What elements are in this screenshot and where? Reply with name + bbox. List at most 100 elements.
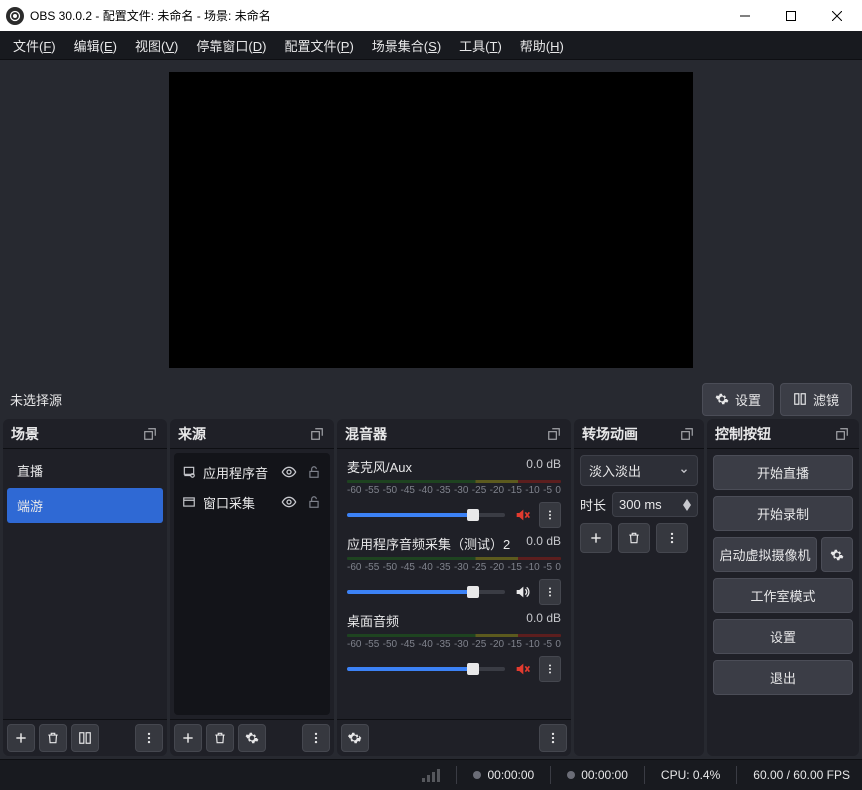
controls-title: 控制按钮	[715, 424, 771, 444]
selected-source-label: 未选择源	[10, 390, 696, 409]
scenes-dock: 场景 直播端游	[3, 419, 167, 756]
scene-item[interactable]: 端游	[7, 488, 163, 523]
menu-profile[interactable]: 配置文件(P)	[275, 32, 362, 59]
exit-button[interactable]: 退出	[713, 660, 853, 695]
lock-toggle[interactable]	[305, 493, 323, 511]
source-properties-button[interactable]	[238, 724, 266, 752]
menu-scene_collection[interactable]: 场景集合(S)	[363, 32, 450, 59]
vu-meter	[347, 557, 561, 560]
vu-ticks: -60-55-50-45-40-35-30-25-20-15-10-50	[347, 485, 561, 496]
controls-dock: 控制按钮 开始直播 开始录制 启动虚拟摄像机 工作室模式 设置 退出	[707, 419, 859, 756]
source-name: 窗口采集	[203, 493, 273, 512]
scene-filters-button[interactable]	[71, 724, 99, 752]
add-scene-button[interactable]	[7, 724, 35, 752]
add-transition-button[interactable]	[580, 523, 612, 553]
mixer-dock: 混音器 麦克风/Aux 0.0 dB -60-55-50-45-40-35-30-2…	[337, 419, 571, 756]
settings-button[interactable]: 设置	[713, 619, 853, 654]
menu-help[interactable]: 帮助(H)	[511, 32, 573, 59]
popout-icon[interactable]	[678, 425, 696, 443]
scenes-list: 直播端游	[3, 449, 167, 719]
transition-selected: 淡入淡出	[589, 461, 641, 480]
gear-icon	[715, 392, 729, 406]
record-time: 00:00:00	[567, 768, 628, 782]
start-virtual-cam-button[interactable]: 启动虚拟摄像机	[713, 537, 817, 572]
remove-source-button[interactable]	[206, 724, 234, 752]
source-menu-button[interactable]	[302, 724, 330, 752]
menu-tools[interactable]: 工具(T)	[450, 32, 511, 59]
duration-value: 300 ms	[619, 497, 679, 512]
vu-meter	[347, 480, 561, 483]
popout-icon[interactable]	[833, 425, 851, 443]
add-source-button[interactable]	[174, 724, 202, 752]
popout-icon[interactable]	[308, 425, 326, 443]
scene-menu-button[interactable]	[135, 724, 163, 752]
transition-select[interactable]: 淡入淡出	[580, 455, 698, 486]
source-filters-label: 滤镜	[813, 390, 839, 409]
start-streaming-button[interactable]: 开始直播	[713, 455, 853, 490]
remove-transition-button[interactable]	[618, 523, 650, 553]
preview-canvas[interactable]	[169, 72, 693, 368]
maximize-button[interactable]	[768, 0, 814, 31]
menubar: 文件(F)编辑(E)视图(V)停靠窗口(D)配置文件(P)场景集合(S)工具(T…	[0, 31, 862, 60]
mixer-channel-menu[interactable]	[539, 502, 561, 528]
filters-icon	[793, 392, 807, 406]
app-icon	[6, 7, 24, 25]
source-settings-button[interactable]: 设置	[702, 383, 774, 416]
record-dot-icon	[567, 771, 575, 779]
mixer-channel: 桌面音频0.0 dB-60-55-50-45-40-35-30-25-20-15…	[341, 607, 567, 684]
remove-scene-button[interactable]	[39, 724, 67, 752]
stream-dot-icon	[473, 771, 481, 779]
lock-toggle[interactable]	[305, 463, 323, 481]
close-button[interactable]	[814, 0, 860, 31]
volume-slider[interactable]	[347, 590, 505, 594]
source-type-icon	[181, 465, 197, 479]
mute-button[interactable]	[513, 584, 531, 600]
start-recording-button[interactable]: 开始录制	[713, 496, 853, 531]
duration-spinbox[interactable]: 300 ms	[612, 492, 698, 517]
menu-docks[interactable]: 停靠窗口(D)	[187, 32, 275, 59]
stream-time: 00:00:00	[473, 768, 534, 782]
preview-area	[0, 60, 862, 379]
mixer-db: 0.0 dB	[526, 611, 561, 630]
mute-button[interactable]	[513, 507, 531, 523]
docks-row: 场景 直播端游 来源 应用程序音窗口采集 混	[0, 419, 862, 759]
menu-file[interactable]: 文件(F)	[4, 32, 65, 59]
mixer-channel: 麦克风/Aux0.0 dB-60-55-50-45-40-35-30-25-20…	[341, 453, 567, 530]
source-filters-button[interactable]: 滤镜	[780, 383, 852, 416]
visibility-toggle[interactable]	[279, 492, 299, 512]
mixer-channel: 应用程序音频采集（测试）2 0.0 dB -60-55-50-45-40-35-30…	[341, 530, 567, 607]
source-item[interactable]: 窗口采集	[178, 487, 326, 517]
mixer-channel-menu[interactable]	[539, 656, 561, 682]
visibility-toggle[interactable]	[279, 462, 299, 482]
volume-slider[interactable]	[347, 513, 505, 517]
mixer-channel-name: 麦克风/Aux	[347, 457, 412, 476]
mixer-channel-name: 桌面音频	[347, 611, 399, 630]
transition-menu-button[interactable]	[656, 523, 688, 553]
volume-slider[interactable]	[347, 667, 505, 671]
vu-ticks: -60-55-50-45-40-35-30-25-20-15-10-50	[347, 562, 561, 573]
source-name: 应用程序音	[203, 463, 273, 482]
studio-mode-button[interactable]: 工作室模式	[713, 578, 853, 613]
fps-counter: 60.00 / 60.00 FPS	[753, 768, 850, 782]
popout-icon[interactable]	[545, 425, 563, 443]
mute-button[interactable]	[513, 661, 531, 677]
mixer-menu-button[interactable]	[539, 724, 567, 752]
minimize-button[interactable]	[722, 0, 768, 31]
mixer-list: 麦克风/Aux 0.0 dB -60-55-50-45-40-35-30-25-20…	[337, 449, 571, 719]
mixer-channel-menu[interactable]	[539, 579, 561, 605]
popout-icon[interactable]	[141, 425, 159, 443]
source-type-icon	[181, 495, 197, 509]
advanced-audio-button[interactable]	[341, 724, 369, 752]
mixer-channel-name: 应用程序音频采集（测试）2	[347, 534, 510, 553]
menu-edit[interactable]: 编辑(E)	[65, 32, 126, 59]
scenes-title: 场景	[11, 424, 39, 444]
mixer-db: 0.0 dB	[526, 534, 561, 553]
source-item[interactable]: 应用程序音	[178, 457, 326, 487]
sources-list: 应用程序音窗口采集	[174, 453, 330, 715]
virtual-cam-settings-button[interactable]	[821, 537, 853, 572]
source-settings-label: 设置	[735, 390, 761, 409]
scene-item[interactable]: 直播	[7, 453, 163, 488]
mixer-title: 混音器	[345, 424, 387, 444]
spin-down-icon[interactable]	[683, 505, 691, 511]
menu-view[interactable]: 视图(V)	[126, 32, 187, 59]
